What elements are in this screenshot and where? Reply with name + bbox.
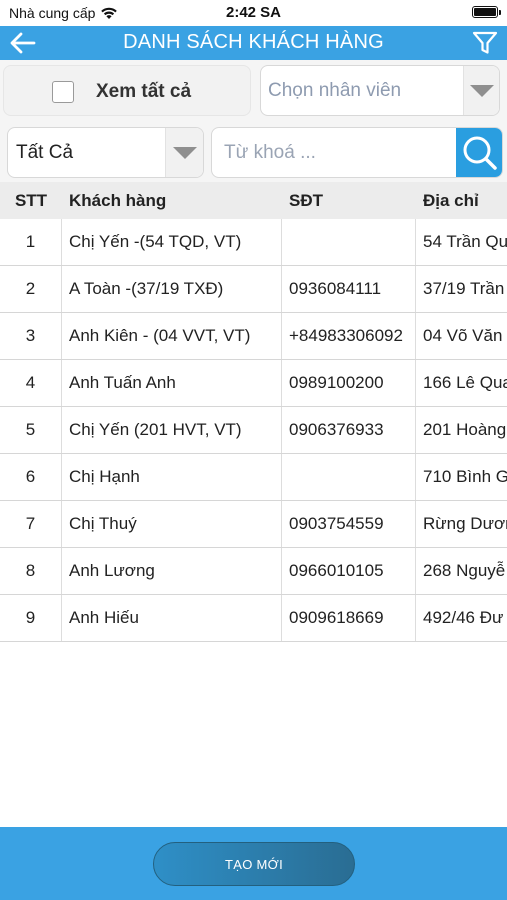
cell-stt: 5 — [0, 407, 62, 453]
checkbox-icon[interactable] — [52, 81, 74, 103]
create-new-button[interactable]: TẠO MỚI — [153, 842, 355, 886]
table-row[interactable]: 5 Chị Yến (201 HVT, VT) 0906376933 201 H… — [0, 407, 507, 454]
table-row[interactable]: 7 Chị Thuý 0903754559 Rừng Dươn — [0, 501, 507, 548]
cell-address: 268 Nguyễ — [423, 561, 506, 580]
staff-select-arrow[interactable] — [463, 66, 499, 115]
search-input[interactable]: Từ khoá ... — [224, 142, 316, 164]
customer-type-arrow[interactable] — [165, 128, 203, 177]
cell-stt: 1 — [0, 219, 62, 265]
search-button[interactable] — [456, 128, 502, 177]
cell-name: Chị Yến -(54 TQD, VT) — [62, 219, 282, 265]
cell-name: Anh Lương — [62, 548, 282, 594]
cell-name: Anh Kiên - (04 VVT, VT) — [62, 313, 282, 359]
cell-name: Anh Hiếu — [62, 595, 282, 641]
customer-table: STT Khách hàng SĐT Địa chỉ 1 Chị Yến -(5… — [0, 182, 507, 642]
cell-phone: 0909618669 — [282, 595, 416, 641]
table-row[interactable]: 6 Chị Hạnh 710 Bình G — [0, 454, 507, 501]
cell-stt: 8 — [0, 548, 62, 594]
cell-name: Chị Yến (201 HVT, VT) — [62, 407, 282, 453]
footer-bar: TẠO MỚI — [0, 827, 507, 900]
cell-phone: 0989100200 — [282, 360, 416, 406]
header-phone: SĐT — [289, 190, 323, 210]
search-icon — [463, 136, 497, 170]
view-all-toggle[interactable]: Xem tất cả — [3, 65, 251, 116]
cell-stt: 6 — [0, 454, 62, 500]
customer-type-select[interactable]: Tất Cả — [7, 127, 204, 178]
header-stt: STT — [14, 190, 48, 210]
search-box: Từ khoá ... — [211, 127, 503, 178]
filter-icon[interactable] — [471, 30, 499, 56]
cell-name: Anh Tuấn Anh — [62, 360, 282, 406]
nav-bar: DANH SÁCH KHÁCH HÀNG — [0, 26, 507, 60]
page-title: DANH SÁCH KHÁCH HÀNG — [123, 31, 384, 53]
cell-phone — [282, 454, 416, 500]
battery-icon — [472, 6, 501, 18]
cell-address: Rừng Dươn — [423, 514, 507, 533]
cell-address: 492/46 Đư — [423, 608, 504, 627]
customer-type-value: Tất Cả — [16, 142, 74, 163]
cell-stt: 3 — [0, 313, 62, 359]
staff-select-placeholder: Chọn nhân viên — [268, 80, 402, 101]
cell-address: 201 Hoàng — [423, 420, 507, 439]
cell-address: 04 Võ Văn — [423, 326, 503, 345]
cell-address: 710 Bình G — [423, 467, 507, 486]
view-all-label: Xem tất cả — [96, 81, 192, 102]
staff-select[interactable]: Chọn nhân viên — [260, 65, 500, 116]
status-time: 2:42 SA — [225, 4, 282, 21]
cell-address: 54 Trần Qu — [423, 232, 507, 251]
cell-stt: 9 — [0, 595, 62, 641]
header-name: Khách hàng — [69, 190, 167, 210]
cell-name: Chị Hạnh — [62, 454, 282, 500]
table-row[interactable]: 3 Anh Kiên - (04 VVT, VT) +84983306092 0… — [0, 313, 507, 360]
cell-address: 37/19 Trần — [423, 279, 505, 298]
dropdown-arrow-icon — [470, 85, 494, 97]
table-row[interactable]: 4 Anh Tuấn Anh 0989100200 166 Lê Qua — [0, 360, 507, 407]
cell-name: Chị Thuý — [62, 501, 282, 547]
cell-phone: 0966010105 — [282, 548, 416, 594]
dropdown-arrow-icon — [173, 147, 197, 159]
header-address: Địa chỉ — [423, 190, 479, 210]
status-bar: Nhà cung cấp 2:42 SA — [0, 0, 507, 26]
cell-phone: +84983306092 — [282, 313, 416, 359]
cell-stt: 2 — [0, 266, 62, 312]
table-header: STT Khách hàng SĐT Địa chỉ — [0, 182, 507, 219]
cell-name: A Toàn -(37/19 TXĐ) — [62, 266, 282, 312]
cell-stt: 7 — [0, 501, 62, 547]
cell-phone: 0936084111 — [282, 266, 416, 312]
filter-row-2: Tất Cả Từ khoá ... — [0, 122, 507, 182]
cell-phone — [282, 219, 416, 265]
table-row[interactable]: 9 Anh Hiếu 0909618669 492/46 Đư — [0, 595, 507, 642]
cell-stt: 4 — [0, 360, 62, 406]
cell-address: 166 Lê Qua — [423, 373, 507, 392]
table-row[interactable]: 8 Anh Lương 0966010105 268 Nguyễ — [0, 548, 507, 595]
cell-phone: 0906376933 — [282, 407, 416, 453]
table-row[interactable]: 1 Chị Yến -(54 TQD, VT) 54 Trần Qu — [0, 219, 507, 266]
table-row[interactable]: 2 A Toàn -(37/19 TXĐ) 0936084111 37/19 T… — [0, 266, 507, 313]
cell-phone: 0903754559 — [282, 501, 416, 547]
filter-row-1: Xem tất cả Chọn nhân viên — [0, 60, 507, 122]
